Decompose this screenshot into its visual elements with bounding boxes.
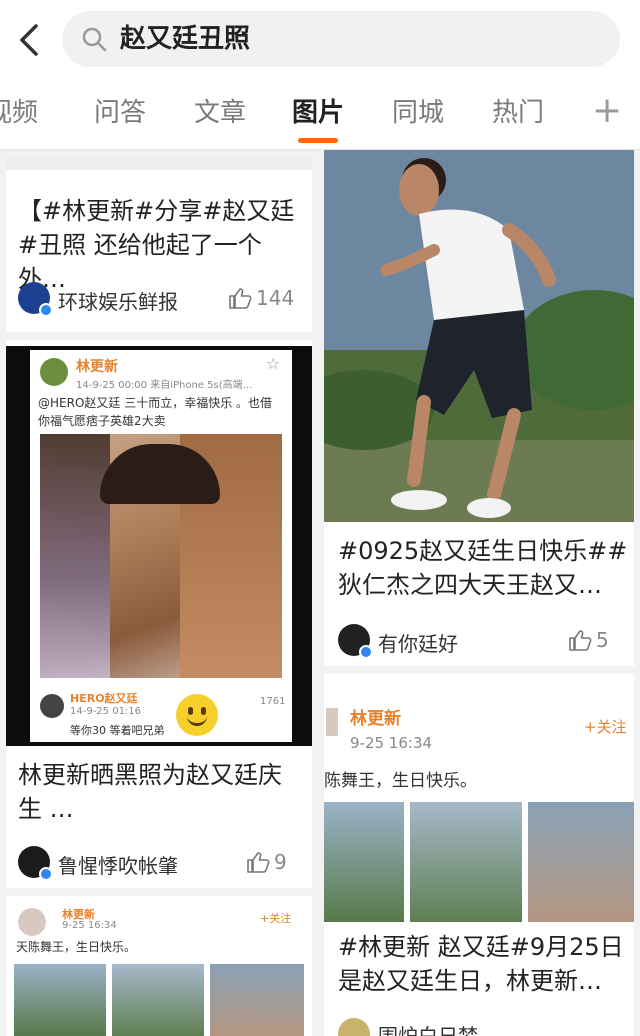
post-time: 14-9-25 00:00 来自iPhone 5s(高端… [76,380,253,391]
back-button[interactable] [14,20,44,60]
result-card[interactable]: #0925赵又廷生日快乐##狄仁杰之四大天王赵又… 有你廷好 5 [324,150,634,666]
tab-hot[interactable]: 热门 [492,96,544,130]
search-query[interactable]: 赵又廷丑照 [120,23,250,55]
author-avatar[interactable] [338,1018,370,1036]
post-text: 天陈舞王，生日快乐。 [16,940,137,954]
like-button[interactable]: 9 [246,850,287,874]
result-photo[interactable] [324,150,634,522]
card-title: #林更新 赵又廷#9月25日是赵又廷生日，林更新… [338,933,624,995]
post-text: 陈舞王，生日快乐。 [324,771,477,791]
author-name[interactable]: 围炉白日梦 [378,1020,478,1036]
photo-thumbnail [210,964,304,1036]
reply-avatar [40,694,64,718]
post-screenshot-image[interactable]: 林更新 ☆ 14-9-25 00:00 来自iPhone 5s(高端… @HER… [6,346,312,746]
active-tab-indicator [298,138,338,143]
post-text: @HERO赵又廷 三十而立，幸福快乐 。也借你福气愿痞子英雄2大卖 [38,396,273,428]
tab-qa[interactable]: 问答 [94,96,146,130]
star-icon: ☆ [266,354,281,373]
follow-button[interactable]: +关注 [584,716,627,737]
author-avatar[interactable] [18,846,53,881]
like-count: 5 [596,628,609,652]
tab-bar: 视频 问答 文章 图片 同城 热门 + [0,78,640,150]
tab-local[interactable]: 同城 [392,96,444,130]
result-card[interactable]: 【#林更新#分享#赵又廷#丑照 还给他起了一个外… 环球娱乐鲜报 144 [6,156,312,332]
tab-articles[interactable]: 文章 [194,96,246,130]
author-name[interactable]: 有你廷好 [378,628,458,657]
top-bar: 赵又廷丑照 [0,0,640,78]
thumbs-up-icon [247,852,270,873]
post-avatar [18,908,46,936]
result-card[interactable]: 林更新 ☆ 14-9-25 00:00 来自iPhone 5s(高端… @HER… [6,340,312,888]
reply-time: 14-9-25 01:16 [70,706,142,717]
result-card[interactable]: 林更新 9-25 16:34 +关注 天陈舞王，生日快乐。 [6,896,312,1036]
photo-thumbnail [324,802,404,922]
embedded-post: 林更新 9-25 16:34 +关注 天陈舞王，生日快乐。 [14,906,304,1036]
search-icon [82,27,107,52]
verified-badge-icon [39,867,53,881]
embedded-post: 林更新 9-25 16:34 +关注 陈舞王，生日快乐。 [324,684,634,922]
verified-badge-icon [39,303,53,317]
like-button[interactable]: 5 [568,628,609,652]
post-avatar [326,708,338,736]
photo-thumbnail [112,964,204,1036]
post-user: 林更新 [76,359,118,375]
like-button[interactable]: 144 [228,286,294,310]
post-avatar [40,358,68,386]
thumbs-up-icon [569,630,592,651]
chevron-left-icon [20,24,38,56]
selfie-photo [40,434,282,678]
photo-thumbnail [14,964,106,1036]
cropped-image-edge [6,156,312,170]
like-count: 144 [256,286,295,310]
add-tab-button[interactable]: + [592,92,622,130]
post-user: 林更新 [350,709,401,729]
post-time: 9-25 16:34 [350,734,433,752]
card-title: #0925赵又廷生日快乐##狄仁杰之四大天王赵又… [338,537,628,599]
card-title: 【#林更新#分享#赵又廷#丑照 还给他起了一个外… [18,197,295,293]
verified-badge-icon [359,645,373,659]
result-card[interactable]: 林更新 9-25 16:34 +关注 陈舞王，生日快乐。 #林更新 赵又廷#9月… [324,674,634,1036]
reply-text: 等你30 等着吧兄弟 [70,724,165,737]
follow-button[interactable]: +关注 [260,910,291,926]
tab-video[interactable]: 视频 [0,96,38,130]
reply-user: HERO赵又廷 [70,692,138,705]
card-title: 林更新晒黑照为赵又廷庆生 … [18,761,282,823]
embedded-post: 林更新 ☆ 14-9-25 00:00 来自iPhone 5s(高端… @HER… [30,350,292,742]
search-field[interactable]: 赵又廷丑照 [62,11,620,67]
like-count: 9 [274,850,287,874]
photo-thumbnail [410,802,522,922]
author-avatar[interactable] [338,624,373,659]
reply-likes: 1761 [260,696,286,707]
tab-images[interactable]: 图片 [292,96,344,130]
author-name[interactable]: 环球娱乐鲜报 [58,286,178,315]
author-name[interactable]: 鲁惺悸吹帐肇 [58,850,178,879]
author-avatar[interactable] [18,282,53,317]
photo-thumbnail [528,802,634,922]
post-time: 9-25 16:34 [62,920,117,931]
thumbs-up-icon [229,288,252,309]
man-dancing-by-sea-image [324,150,634,522]
smiley-emoji-icon [176,694,218,736]
